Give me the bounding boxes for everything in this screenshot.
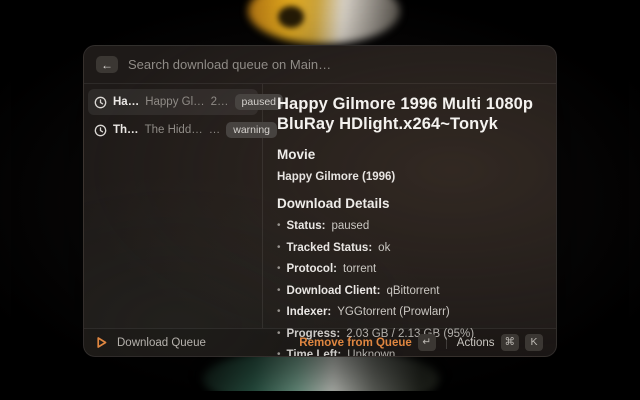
item-extra: 2… (211, 96, 229, 108)
bullet-icon: • (277, 219, 281, 232)
detail-value: paused (332, 220, 370, 233)
detail-label: Download Client: (287, 285, 381, 298)
search-bar: ← (84, 46, 556, 84)
clock-icon (94, 96, 107, 109)
list-item-the-hidden[interactable]: Th… The Hidd… … warning (88, 117, 258, 143)
movie-value: Happy Gilmore (1996) (277, 171, 542, 183)
back-arrow-icon: ← (101, 59, 113, 71)
k-keycap: K (525, 334, 543, 351)
command-keycap: ⌘ (501, 334, 520, 351)
actions-menu-button[interactable]: Actions ⌘ K (454, 332, 546, 353)
download-details-heading: Download Details (277, 196, 542, 211)
detail-row-status: • Status: paused (277, 220, 542, 233)
detail-row-tracked-status: • Tracked Status: ok (277, 242, 542, 255)
movie-heading: Movie (277, 147, 542, 162)
wallpaper-top-artwork-detail (278, 6, 304, 28)
detail-value: torrent (343, 263, 376, 276)
item-title: Ha… (113, 96, 139, 108)
bullet-icon: • (277, 305, 281, 318)
detail-value: YGGtorrent (Prowlarr) (337, 306, 449, 319)
back-button[interactable]: ← (96, 56, 118, 73)
footer-actions: Remove from Queue ↵ Actions ⌘ K (296, 332, 546, 353)
item-extra: … (209, 124, 221, 136)
footer-divider (446, 337, 447, 349)
item-subtitle: Happy Gl… (145, 96, 204, 108)
detail-label: Tracked Status: (287, 242, 373, 255)
list-item-happy-gilmore[interactable]: Ha… Happy Gl… 2… paused (88, 89, 258, 115)
detail-label: Protocol: (287, 263, 337, 276)
enter-keycap: ↵ (418, 334, 436, 351)
bullet-icon: • (277, 284, 281, 297)
content-area: Ha… Happy Gl… 2… paused Th… The Hidd… … … (84, 84, 556, 328)
bullet-icon: • (277, 327, 281, 340)
remove-from-queue-button[interactable]: Remove from Queue ↵ (296, 332, 438, 353)
detail-row-download-client: • Download Client: qBittorrent (277, 285, 542, 298)
detail-value: ok (378, 242, 390, 255)
bullet-icon: • (277, 348, 281, 357)
item-subtitle: The Hidd… (145, 124, 203, 136)
bullet-icon: • (277, 241, 281, 254)
bullet-icon: • (277, 262, 281, 275)
bottom-black-bar (0, 391, 640, 400)
launcher-window: ← Ha… Happy Gl… 2… paused Th… (83, 45, 557, 357)
item-title: Th… (113, 124, 139, 136)
detail-label: Indexer: (287, 306, 332, 319)
detail-label: Status: (287, 220, 326, 233)
release-title: Happy Gilmore 1996 Multi 1080p BluRay HD… (277, 94, 542, 134)
download-queue-list: Ha… Happy Gl… 2… paused Th… The Hidd… … … (84, 84, 263, 328)
detail-panel: Happy Gilmore 1996 Multi 1080p BluRay HD… (263, 84, 556, 328)
search-input[interactable] (128, 57, 544, 72)
extension-name: Download Queue (117, 337, 206, 349)
detail-value: qBittorrent (386, 285, 439, 298)
actions-label: Actions (457, 337, 495, 349)
clock-icon (94, 124, 107, 137)
extension-info: Download Queue (94, 335, 206, 350)
detail-row-protocol: • Protocol: torrent (277, 263, 542, 276)
detail-row-indexer: • Indexer: YGGtorrent (Prowlarr) (277, 306, 542, 319)
remove-from-queue-label: Remove from Queue (299, 337, 411, 349)
play-triangle-icon (94, 335, 109, 350)
action-bar: Download Queue Remove from Queue ↵ Actio… (84, 328, 556, 356)
